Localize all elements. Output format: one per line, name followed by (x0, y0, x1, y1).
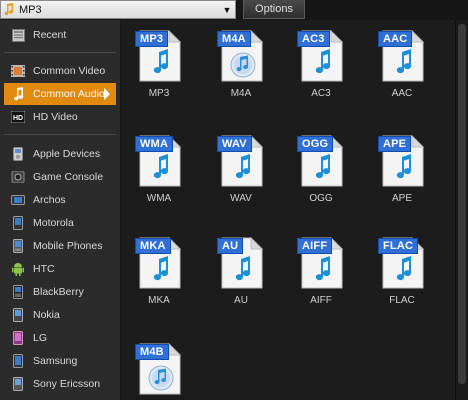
format-tile-ac3[interactable]: AC3 AC3 (289, 24, 353, 104)
sidebar-item-label: Apple Devices (33, 148, 101, 160)
sidebar-item-label: HTC (33, 263, 55, 275)
format-badge: AAC (378, 31, 413, 47)
format-label: AAC (391, 88, 413, 99)
format-tile-mp3[interactable]: MP3 MP3 (127, 24, 191, 104)
sidebar-item-blackberry[interactable]: BlackBerry (4, 281, 116, 303)
sidebar-item-label: Motorola (33, 217, 74, 229)
format-badge: WMA (135, 136, 174, 152)
phone-icon (11, 308, 25, 322)
format-label: FLAC (389, 295, 415, 306)
scrollbar-thumb[interactable] (458, 24, 466, 384)
format-label: WMA (146, 193, 172, 204)
format-label: AC3 (311, 88, 331, 99)
format-badge: AU (217, 238, 244, 254)
format-tile-aac[interactable]: AAC AAC (370, 24, 434, 104)
format-label: MKA (148, 295, 170, 306)
sidebar-divider (4, 52, 116, 53)
sidebar-item-archos[interactable]: Archos (4, 189, 116, 211)
sidebar-item-game-console[interactable]: Game Console (4, 166, 116, 188)
film-icon (11, 64, 25, 78)
format-tile-flac[interactable]: FLAC FLAC (370, 231, 434, 311)
sidebar-item-label: Nokia (33, 309, 60, 321)
phone-icon (11, 331, 25, 345)
format-label: AIFF (310, 295, 332, 306)
sidebar-item-common-video[interactable]: Common Video (4, 60, 116, 82)
sidebar-item-label: Common Video (33, 65, 106, 77)
format-label: APE (391, 193, 412, 204)
phone-icon (11, 377, 25, 391)
format-tile-wma[interactable]: WMA WMA (127, 129, 191, 209)
format-label: OGG (309, 193, 333, 204)
format-select-value: MP3 (19, 3, 42, 16)
format-label: M4A (230, 88, 252, 99)
svg-text:HD: HD (13, 115, 23, 122)
sidebar-item-samsung[interactable]: Samsung (4, 350, 116, 372)
sidebar-item-apple-devices[interactable]: Apple Devices (4, 143, 116, 165)
format-tile-ape[interactable]: APE APE (370, 129, 434, 209)
music-note-icon (11, 87, 25, 101)
top-bar: MP3 ▼ Options (0, 0, 468, 20)
sidebar-item-sony-ericsson[interactable]: Sony Ericsson (4, 373, 116, 395)
format-badge: FLAC (378, 238, 419, 254)
format-badge: APE (378, 136, 412, 152)
format-badge: AC3 (297, 31, 330, 47)
format-badge: M4B (135, 344, 169, 360)
selected-arrow-icon (104, 88, 110, 100)
sidebar-item-label: LG (33, 332, 48, 344)
format-label: MP3 (148, 88, 170, 99)
sidebar-item-label: BlackBerry (33, 286, 84, 298)
format-label: WAV (230, 193, 252, 204)
archos-icon (11, 193, 25, 207)
sidebar-item-label: Sony Ericsson (33, 378, 101, 390)
phone-icon (11, 216, 25, 230)
format-badge: OGG (297, 136, 334, 152)
format-tile-aiff[interactable]: AIFF AIFF (289, 231, 353, 311)
format-tile-m4b[interactable]: M4B (127, 337, 191, 400)
phone-icon (11, 354, 25, 368)
format-tile-wav[interactable]: WAV WAV (209, 129, 273, 209)
sidebar-item-label: Samsung (33, 355, 78, 367)
music-note-icon (1, 1, 17, 18)
category-sidebar: Recent Common Video Common Audio HD HD V… (0, 20, 121, 400)
format-tile-au[interactable]: AU AU (209, 231, 273, 311)
sidebar-item-motorola[interactable]: Motorola (4, 212, 116, 234)
format-badge: MP3 (135, 31, 169, 47)
format-grid: MP3 MP3 M4A M4A AC3 AC3 AAC AAC WMA WMA WAV WAV OGG O… (121, 20, 455, 400)
format-badge: M4A (217, 31, 251, 47)
sidebar-item-label: Recent (33, 29, 67, 41)
sidebar-item-recent[interactable]: Recent (4, 24, 116, 46)
sidebar-item-hd-video[interactable]: HD HD Video (4, 106, 116, 128)
recent-icon (11, 28, 25, 42)
sidebar-item-label: Mobile Phones (33, 240, 103, 252)
options-button[interactable]: Options (243, 0, 305, 19)
format-label: AU (234, 295, 248, 306)
phone-icon (11, 239, 25, 253)
format-select[interactable]: MP3 ▼ (0, 0, 236, 19)
format-tile-mka[interactable]: MKA MKA (127, 231, 191, 311)
format-badge: WAV (217, 136, 252, 152)
sidebar-item-common-audio[interactable]: Common Audio (4, 83, 116, 105)
sidebar-divider (4, 134, 116, 135)
sidebar-item-label: Game Console (33, 171, 104, 183)
sidebar-item-label: Common Audio (33, 88, 105, 100)
format-tile-ogg[interactable]: OGG OGG (289, 129, 353, 209)
sidebar-item-nokia[interactable]: Nokia (4, 304, 116, 326)
format-badge: MKA (135, 238, 171, 254)
gamepad-icon (11, 170, 25, 184)
vertical-scrollbar[interactable] (455, 20, 468, 400)
ipod-icon (11, 147, 25, 161)
blackberry-icon (11, 285, 25, 299)
android-icon (11, 262, 25, 276)
sidebar-item-label: HD Video (33, 111, 78, 123)
sidebar-item-mobile-phones[interactable]: Mobile Phones (4, 235, 116, 257)
format-tile-m4a[interactable]: M4A M4A (209, 24, 273, 104)
sidebar-item-label: Archos (33, 194, 66, 206)
format-badge: AIFF (297, 238, 333, 254)
sidebar-item-lg[interactable]: LG (4, 327, 116, 349)
sidebar-item-htc[interactable]: HTC (4, 258, 116, 280)
hd-icon: HD (11, 110, 25, 124)
dropdown-arrow-icon[interactable]: ▼ (219, 1, 235, 18)
